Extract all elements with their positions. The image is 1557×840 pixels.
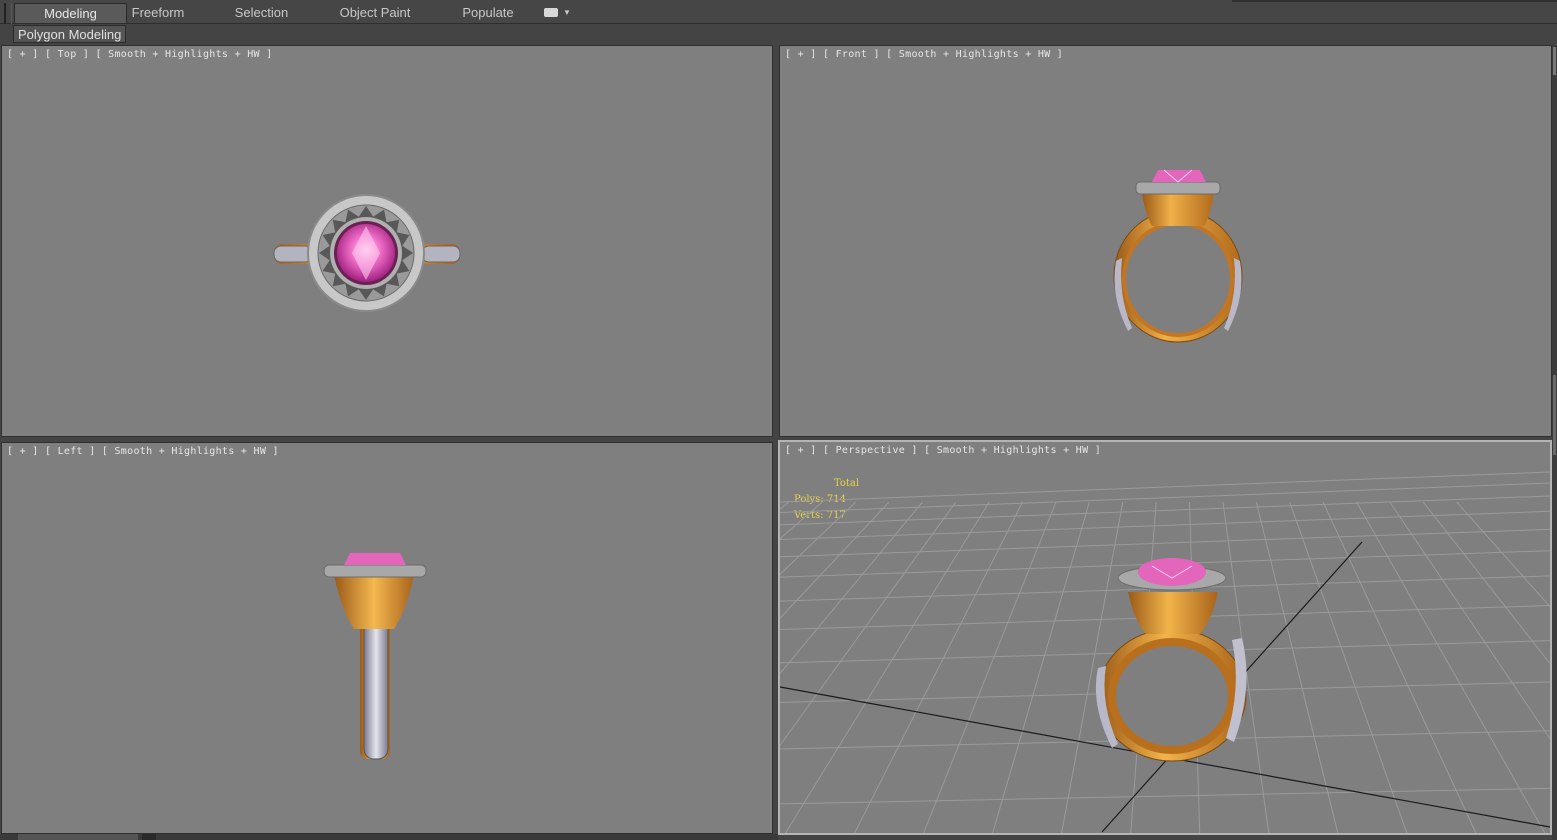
viewport-left[interactable]: [ + ] [ Left ] [ Smooth + Highlights + H…: [1, 442, 773, 834]
ring-front-view: [1113, 169, 1243, 343]
grid-line: [780, 510, 1550, 541]
tab-freeform[interactable]: Freeform: [127, 3, 189, 23]
ribbon-tab-bar: Modeling Freeform Selection Object Paint…: [0, 0, 1557, 41]
grid-line: [780, 787, 1550, 805]
grid-line: [1255, 501, 1339, 833]
grid-line: [784, 501, 990, 833]
chevron-down-icon: ▼: [563, 8, 571, 17]
tab-selection[interactable]: Selection: [230, 3, 293, 23]
tab-object-paint[interactable]: Object Paint: [336, 3, 414, 23]
viewport-perspective[interactable]: [ + ] [ Perspective ] [ Smooth + Highlig…: [778, 440, 1552, 835]
polygon-modeling-panel-button[interactable]: Polygon Modeling: [13, 25, 127, 43]
timeline-bar: [0, 834, 778, 840]
grid-line: [1322, 501, 1477, 833]
viewport-front[interactable]: [ + ] [ Front ] [ Smooth + Highlights + …: [779, 45, 1552, 437]
grid-line: [780, 528, 1550, 558]
ring-top-view: [273, 194, 461, 312]
grid-line: [780, 501, 923, 675]
ribbon-panel-bar: Polygon Modeling: [0, 24, 1557, 44]
grid-line: [780, 501, 890, 619]
dropdown-icon: [544, 8, 558, 17]
ring-left-view: [323, 553, 427, 760]
grid-line: [780, 501, 857, 576]
time-slider-arrow[interactable]: [142, 834, 156, 840]
ring-perspective-view: [780, 471, 1550, 833]
grid-line: [992, 501, 1090, 833]
scrollbar-thumb[interactable]: [1553, 375, 1556, 455]
grid-line: [923, 501, 1057, 833]
tab-populate[interactable]: Populate: [458, 3, 518, 23]
time-slider[interactable]: [18, 834, 138, 840]
scrollbar-thumb[interactable]: [1553, 47, 1556, 75]
tab-modeling[interactable]: Modeling: [14, 3, 127, 23]
right-scrollbar[interactable]: [1552, 45, 1557, 840]
divider: [1232, 0, 1557, 2]
viewport-top[interactable]: [ + ] [ Top ] [ Smooth + Highlights + HW…: [1, 45, 773, 437]
grid-line: [780, 495, 1550, 526]
ribbon-more-button[interactable]: ▼: [544, 6, 571, 20]
